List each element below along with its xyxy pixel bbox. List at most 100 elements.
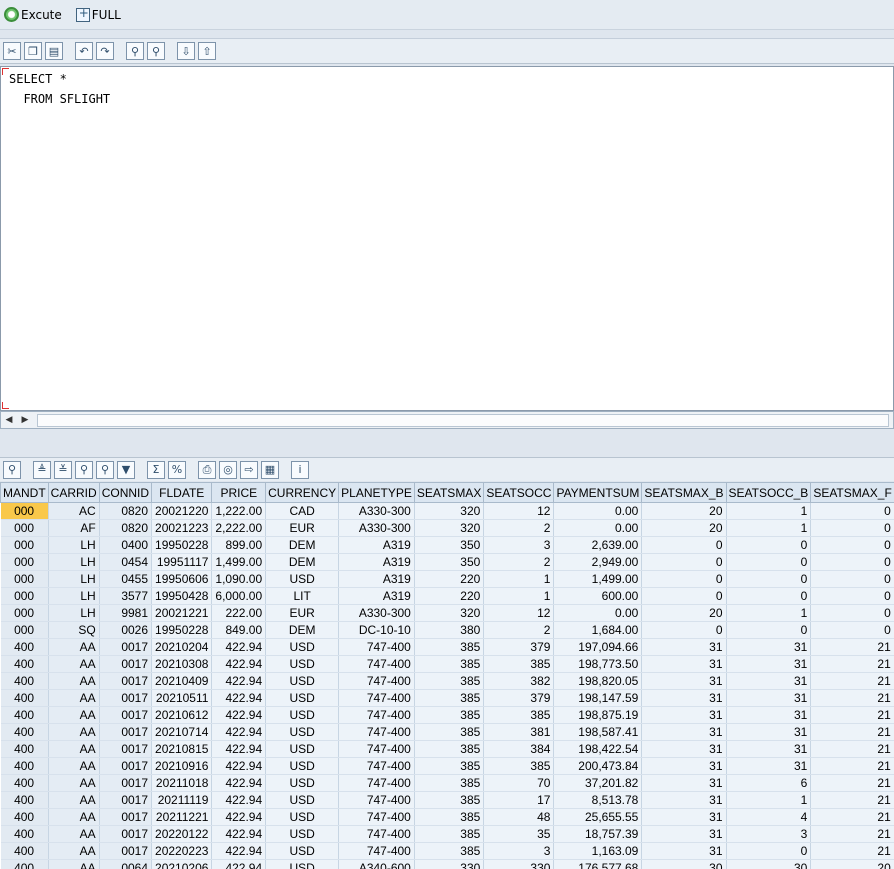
table-row[interactable]: 400 AA 0017 20220223 422.94 USD 747-400 385 3 1,1… [0, 842, 894, 860]
table-cell-seatsmax[interactable]: 385 [414, 672, 485, 690]
editor-horizontal-scrollbar[interactable]: ◀ ▶ [0, 411, 894, 429]
table-cell-seatsocc[interactable]: 3 [483, 842, 555, 860]
table-cell-paymentsum[interactable]: 197,094.66 [553, 638, 643, 656]
table-cell-fldate[interactable]: 20211119 [151, 791, 213, 809]
table-cell-seatsmax_f[interactable]: 0 [810, 604, 894, 622]
info-icon[interactable]: i [291, 460, 309, 479]
table-cell-paymentsum[interactable]: 37,201.82 [553, 774, 643, 792]
table-cell-connid[interactable]: 0017 [99, 689, 153, 707]
table-cell-paymentsum[interactable]: 0.00 [553, 502, 643, 520]
table-cell-carrid[interactable]: LH [48, 587, 100, 605]
table-cell-mandt[interactable]: 400 [0, 689, 49, 707]
table-cell-seatsmax[interactable]: 385 [414, 842, 485, 860]
table-cell-mandt[interactable]: 400 [0, 757, 49, 775]
column-header-seatsmax_b[interactable]: SEATSMAX_B [641, 482, 727, 503]
table-cell-seatsocc_b[interactable]: 1 [726, 502, 812, 520]
upload-icon[interactable]: ⇧ [198, 42, 216, 60]
table-cell-fldate[interactable]: 19950606 [151, 570, 213, 588]
table-cell-paymentsum[interactable]: 198,820.05 [553, 672, 643, 690]
scroll-left-icon[interactable]: ◀ [1, 412, 17, 428]
table-cell-fldate[interactable]: 20021223 [151, 519, 213, 537]
table-cell-seatsmax[interactable]: 385 [414, 825, 485, 843]
table-cell-carrid[interactable]: AA [48, 757, 100, 775]
table-cell-fldate[interactable]: 20210308 [151, 655, 213, 673]
table-cell-seatsmax[interactable]: 380 [414, 621, 485, 639]
table-cell-mandt[interactable]: 000 [0, 502, 49, 520]
table-cell-fldate[interactable]: 19950428 [151, 587, 213, 605]
table-cell-seatsmax_f[interactable]: 0 [810, 519, 894, 537]
table-cell-seatsocc[interactable]: 330 [483, 859, 555, 869]
table-cell-seatsocc_b[interactable]: 3 [726, 825, 812, 843]
table-cell-currency[interactable]: DEM [265, 536, 340, 554]
table-row[interactable]: 400 AA 0017 20220122 422.94 USD 747-400 385 35 18… [0, 825, 894, 843]
table-cell-seatsmax[interactable]: 385 [414, 740, 485, 758]
table-cell-paymentsum[interactable]: 600.00 [553, 587, 643, 605]
find-next-icon[interactable]: ⚲ [147, 42, 165, 60]
table-cell-currency[interactable]: DEM [265, 553, 340, 571]
table-cell-carrid[interactable]: SQ [48, 621, 100, 639]
table-cell-mandt[interactable]: 000 [0, 536, 49, 554]
table-cell-carrid[interactable]: LH [48, 553, 100, 571]
table-cell-seatsmax_b[interactable]: 31 [641, 757, 727, 775]
download-icon[interactable]: ⇩ [177, 42, 195, 60]
table-cell-currency[interactable]: USD [265, 689, 340, 707]
table-cell-seatsocc_b[interactable]: 0 [726, 621, 812, 639]
table-cell-seatsocc_b[interactable]: 31 [726, 757, 812, 775]
layout-icon[interactable]: ▦ [261, 460, 279, 479]
table-cell-currency[interactable]: DEM [265, 621, 340, 639]
table-row[interactable]: 000 SQ 0026 19950228 849.00 DEM DC-10-10 380 2 1,… [0, 621, 894, 639]
table-cell-carrid[interactable]: AA [48, 842, 100, 860]
table-cell-seatsmax_f[interactable]: 21 [810, 638, 894, 656]
table-cell-seatsmax_f[interactable]: 21 [810, 689, 894, 707]
table-cell-paymentsum[interactable]: 200,473.84 [553, 757, 643, 775]
table-cell-planetype[interactable]: A330-300 [338, 519, 415, 537]
table-cell-mandt[interactable]: 400 [0, 655, 49, 673]
table-row[interactable]: 400 AA 0017 20211119 422.94 USD 747-400 385 17 8,… [0, 791, 894, 809]
table-cell-connid[interactable]: 0017 [99, 825, 153, 843]
table-cell-planetype[interactable]: DC-10-10 [338, 621, 415, 639]
table-cell-price[interactable]: 422.94 [211, 655, 267, 673]
table-cell-paymentsum[interactable]: 18,757.39 [553, 825, 643, 843]
table-cell-seatsmax_b[interactable]: 31 [641, 842, 727, 860]
table-cell-seatsocc[interactable]: 381 [483, 723, 555, 741]
table-cell-connid[interactable]: 0454 [99, 553, 153, 571]
table-cell-price[interactable]: 899.00 [211, 536, 267, 554]
table-cell-seatsocc_b[interactable]: 1 [726, 519, 812, 537]
table-cell-planetype[interactable]: 747-400 [338, 672, 415, 690]
table-cell-seatsmax_b[interactable]: 31 [641, 689, 727, 707]
table-cell-carrid[interactable]: LH [48, 536, 100, 554]
table-cell-seatsmax[interactable]: 385 [414, 808, 485, 826]
table-cell-mandt[interactable]: 400 [0, 638, 49, 656]
table-cell-seatsmax[interactable]: 385 [414, 723, 485, 741]
table-cell-fldate[interactable]: 20210916 [151, 757, 213, 775]
code-line[interactable]: SELECT * [9, 69, 893, 89]
table-cell-currency[interactable]: USD [265, 570, 340, 588]
table-cell-price[interactable]: 222.00 [211, 604, 267, 622]
sql-code[interactable]: SELECT * FROM SFLIGHT [1, 67, 893, 109]
table-cell-paymentsum[interactable]: 2,949.00 [553, 553, 643, 571]
table-cell-seatsocc_b[interactable]: 31 [726, 672, 812, 690]
table-cell-seatsmax[interactable]: 320 [414, 604, 485, 622]
table-cell-seatsmax[interactable]: 320 [414, 519, 485, 537]
table-cell-mandt[interactable]: 400 [0, 672, 49, 690]
table-cell-currency[interactable]: CAD [265, 502, 340, 520]
table-cell-seatsmax_f[interactable]: 21 [810, 706, 894, 724]
undo-icon[interactable]: ↶ [75, 42, 93, 60]
table-row[interactable]: 400 AA 0017 20210714 422.94 USD 747-400 385 381 1… [0, 723, 894, 741]
table-row[interactable]: 400 AA 0017 20210612 422.94 USD 747-400 385 385 1… [0, 706, 894, 724]
table-cell-seatsmax_f[interactable]: 21 [810, 808, 894, 826]
table-cell-price[interactable]: 422.94 [211, 808, 267, 826]
table-row[interactable]: 400 AA 0017 20210815 422.94 USD 747-400 385 384 1… [0, 740, 894, 758]
table-cell-seatsocc_b[interactable]: 0 [726, 570, 812, 588]
table-row[interactable]: 400 AA 0017 20210409 422.94 USD 747-400 385 382 1… [0, 672, 894, 690]
table-cell-seatsocc[interactable]: 384 [483, 740, 555, 758]
table-cell-currency[interactable]: USD [265, 808, 340, 826]
table-cell-paymentsum[interactable]: 25,655.55 [553, 808, 643, 826]
table-cell-mandt[interactable]: 000 [0, 621, 49, 639]
table-cell-fldate[interactable]: 20220223 [151, 842, 213, 860]
table-cell-seatsmax[interactable]: 385 [414, 706, 485, 724]
column-header-fldate[interactable]: FLDATE [151, 482, 213, 503]
table-cell-seatsmax_f[interactable]: 21 [810, 774, 894, 792]
table-cell-planetype[interactable]: 747-400 [338, 825, 415, 843]
table-cell-currency[interactable]: EUR [265, 519, 340, 537]
